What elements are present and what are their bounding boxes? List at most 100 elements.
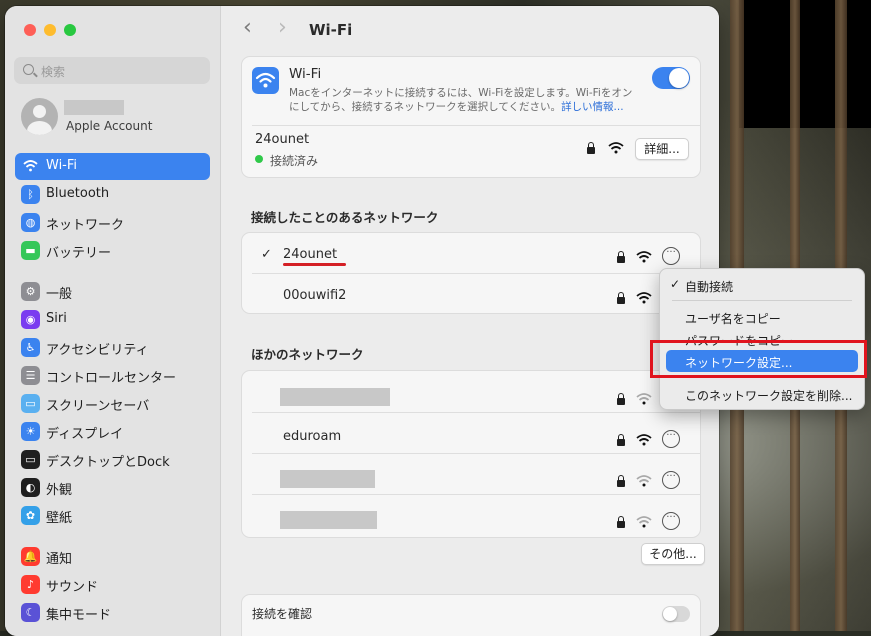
wallpaper-icon: ✿	[21, 506, 40, 525]
control-center-icon: ☰	[21, 366, 40, 385]
wifi-icon	[21, 157, 40, 176]
network-name-redacted	[280, 470, 375, 488]
bluetooth-icon: ᛒ	[21, 185, 40, 204]
sidebar-item-wifi[interactable]: Wi-Fi	[15, 153, 210, 180]
search-placeholder: 検索	[41, 65, 66, 79]
lock-icon	[617, 516, 625, 528]
sidebar-item-control-center[interactable]: ☰ コントロールセンター	[15, 362, 210, 389]
other-networks-list: eduroam ··· ··· ···	[241, 370, 701, 538]
wifi-signal-icon	[636, 391, 652, 410]
lock-icon	[587, 142, 595, 154]
bell-icon: 🔔	[21, 547, 40, 566]
desktop-dark-region	[739, 0, 871, 128]
sidebar-item-label: ネットワーク	[46, 218, 125, 233]
checkmark-icon: ✓	[261, 247, 272, 262]
sidebar-item-display[interactable]: ☀ ディスプレイ	[15, 418, 210, 445]
other-networks-heading: ほかのネットワーク	[251, 347, 364, 362]
wifi-title: Wi-Fi	[289, 66, 322, 82]
account-label[interactable]: Apple Account	[66, 119, 152, 133]
sidebar-item-bell[interactable]: 🔔 通知	[15, 543, 210, 570]
lock-icon	[617, 292, 625, 304]
sidebar-item-moon[interactable]: ☾ 集中モード	[15, 599, 210, 626]
connected-status-dot	[255, 155, 263, 163]
avatar[interactable]	[21, 98, 58, 135]
sidebar-item-label: バッテリー	[46, 246, 112, 261]
network-name-redacted	[280, 388, 390, 406]
menu-item-auto-join[interactable]: ✓ 自動接続	[666, 274, 858, 296]
checkmark-icon: ✓	[670, 277, 681, 291]
search-input[interactable]: 検索	[14, 57, 210, 84]
forward-button[interactable]: ›	[278, 17, 290, 39]
menu-separator	[672, 300, 852, 301]
menu-item-forget-network[interactable]: このネットワーク設定を削除...	[666, 383, 858, 405]
sidebar-item-label: Siri	[46, 311, 67, 326]
wifi-signal-icon	[636, 290, 652, 309]
back-button[interactable]: ‹	[243, 17, 255, 39]
divider	[252, 453, 700, 454]
sidebar-item-globe[interactable]: ◍ ネットワーク	[15, 209, 210, 236]
more-options-icon[interactable]: ···	[662, 471, 680, 489]
context-menu: ✓ 自動接続 ユーザ名をコピー パスワードをコピー ネットワーク設定... この…	[659, 268, 865, 410]
moon-icon: ☾	[21, 603, 40, 622]
main-pane: ‹ › Wi-Fi Wi-Fi Macをインターネットに接続するには、Wi-Fi…	[221, 6, 719, 636]
sidebar-item-battery[interactable]: ▬ バッテリー	[15, 237, 210, 264]
search-icon	[23, 64, 34, 75]
divider	[252, 125, 700, 126]
sidebar-item-wallpaper[interactable]: ✿ 壁紙	[15, 502, 210, 529]
current-network-name: 24ounet	[255, 132, 310, 147]
wifi-signal-icon	[636, 432, 652, 451]
other-button[interactable]: その他...	[641, 543, 705, 565]
annotation-underline	[283, 263, 346, 266]
sidebar-item-label: 集中モード	[46, 608, 112, 623]
annotation-highlight-box	[650, 340, 867, 378]
sidebar-item-gear[interactable]: ⚙ 一般	[15, 278, 210, 305]
more-info-link[interactable]: 詳しい情報...	[561, 101, 624, 113]
sidebar-item-siri[interactable]: ◉ Siri	[15, 306, 210, 333]
ask-to-join-toggle[interactable]	[662, 606, 690, 622]
connection-status: 接続済み	[270, 154, 319, 168]
zoom-window-button[interactable]	[64, 24, 76, 36]
dock-icon: ▭	[21, 450, 40, 469]
sidebar-item-label: 一般	[46, 287, 73, 302]
more-options-icon[interactable]: ···	[662, 247, 680, 265]
divider	[252, 273, 700, 274]
ask-to-join-heading: 接続を確認	[252, 607, 313, 621]
sidebar-item-dock[interactable]: ▭ デスクトップとDock	[15, 446, 210, 473]
sidebar-item-bluetooth[interactable]: ᛒ Bluetooth	[15, 181, 210, 208]
sidebar-item-appearance[interactable]: ◐ 外観	[15, 474, 210, 501]
sidebar-item-screensaver[interactable]: ▭ スクリーンセーバ	[15, 390, 210, 417]
lock-icon	[617, 393, 625, 405]
account-name-redacted	[64, 100, 124, 115]
sidebar-item-label: 壁紙	[46, 511, 73, 526]
wifi-icon	[252, 67, 279, 94]
more-options-icon[interactable]: ···	[662, 512, 680, 530]
display-icon: ☀	[21, 422, 40, 441]
wifi-signal-icon	[636, 249, 652, 268]
sidebar-item-label: スクリーンセーバ	[46, 399, 150, 414]
network-name-redacted	[280, 511, 377, 529]
siri-icon: ◉	[21, 310, 40, 329]
sidebar-item-label: Wi-Fi	[46, 158, 78, 173]
divider	[252, 412, 700, 413]
sidebar-item-label: ディスプレイ	[46, 427, 124, 442]
more-options-icon[interactable]: ···	[662, 430, 680, 448]
sidebar-item-label: 通知	[46, 552, 73, 567]
wifi-signal-icon	[608, 140, 624, 159]
wifi-toggle[interactable]	[652, 67, 690, 89]
sidebar-item-label: 外観	[46, 483, 73, 498]
appearance-icon: ◐	[21, 478, 40, 497]
divider	[252, 494, 700, 495]
sidebar-item-sound[interactable]: ♪ サウンド	[15, 571, 210, 598]
sidebar: 検索 Apple Account Wi-Fi ᛒ Bluetooth ◍ ネットワーク ▬…	[5, 6, 221, 636]
details-button[interactable]: 詳細...	[635, 138, 689, 160]
known-networks-heading: 接続したことのあるネットワーク	[251, 210, 439, 225]
close-window-button[interactable]	[24, 24, 36, 36]
wifi-card: Wi-Fi Macをインターネットに接続するには、Wi-Fiを設定します。Wi-…	[241, 56, 701, 178]
menu-item-copy-username[interactable]: ユーザ名をコピー	[666, 306, 858, 328]
battery-icon: ▬	[21, 241, 40, 260]
sound-icon: ♪	[21, 575, 40, 594]
minimize-window-button[interactable]	[44, 24, 56, 36]
page-title: Wi-Fi	[309, 21, 353, 39]
gear-icon: ⚙	[21, 282, 40, 301]
sidebar-item-accessibility[interactable]: ♿ アクセシビリティ	[15, 334, 210, 361]
